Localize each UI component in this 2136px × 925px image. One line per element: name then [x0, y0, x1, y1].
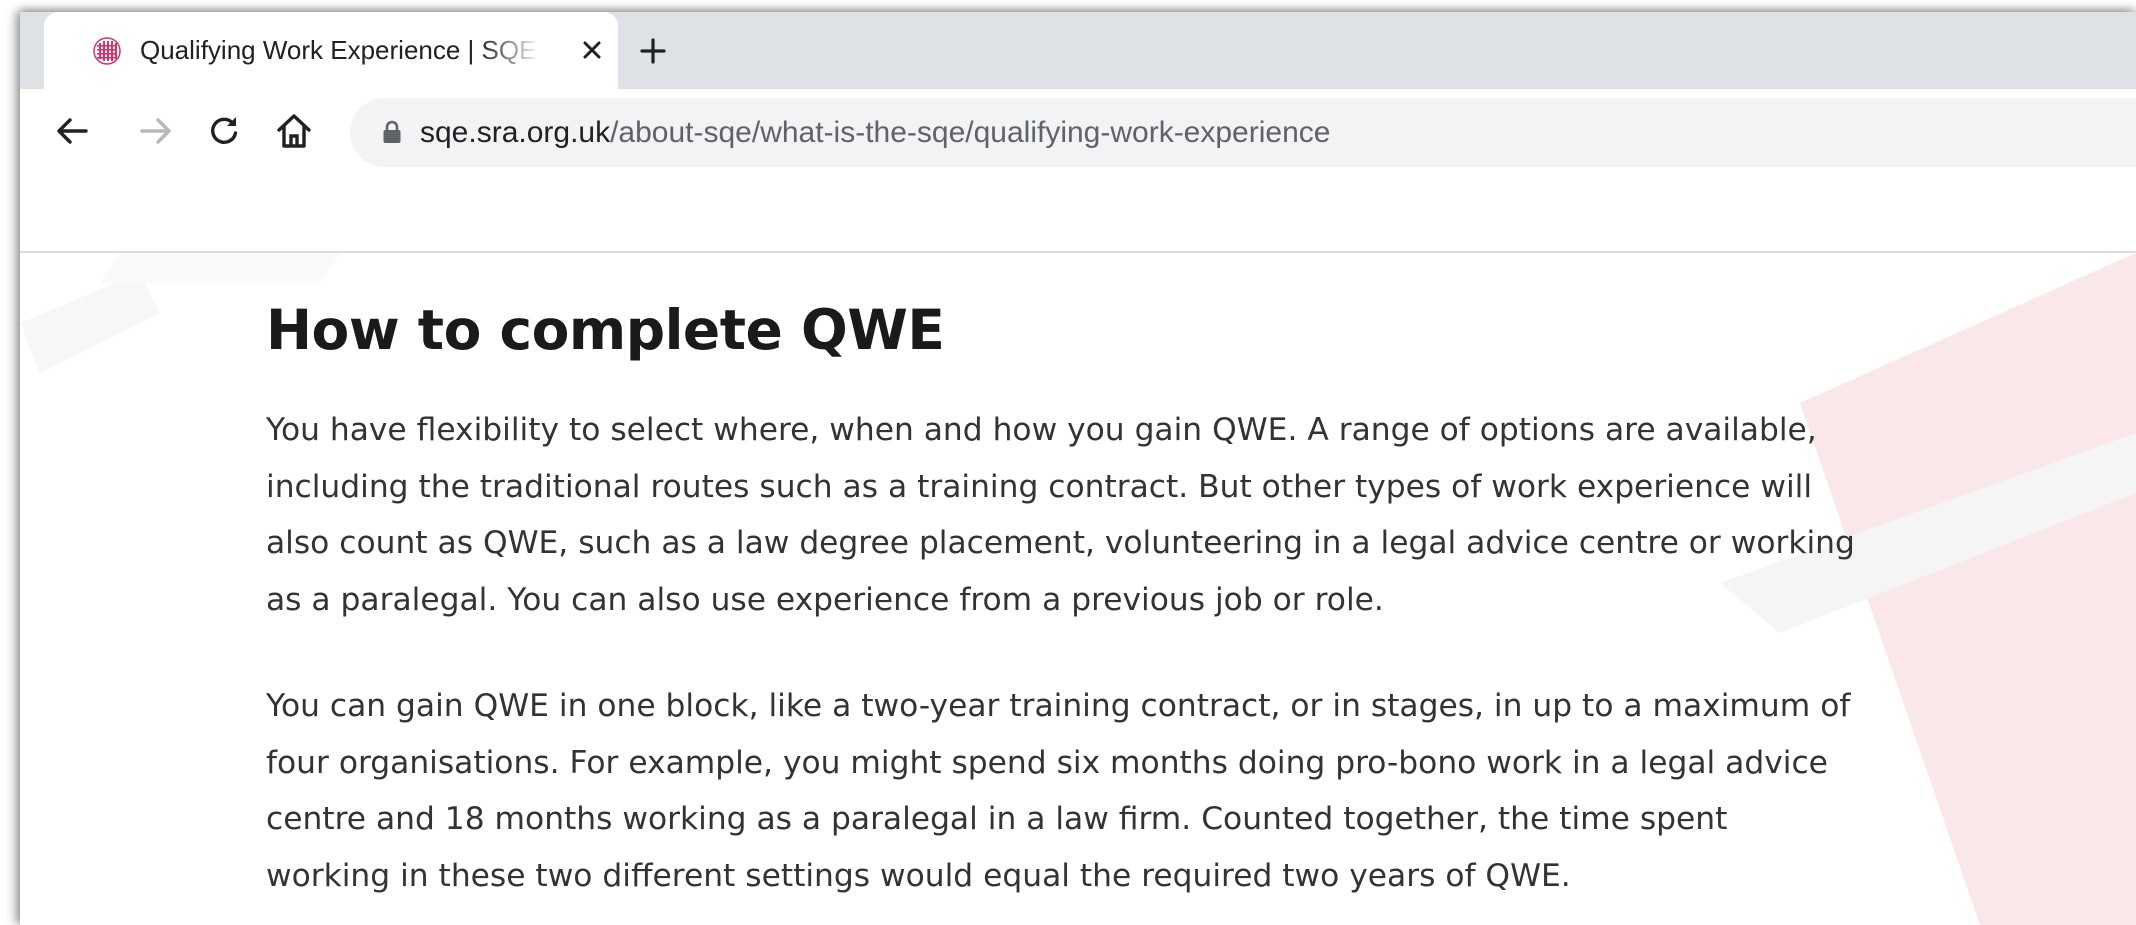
arrow-left-icon [57, 118, 88, 144]
paragraph-stages: You can gain QWE in one block, like a tw… [266, 678, 2046, 904]
reload-icon [211, 117, 238, 144]
screenshot: Qualifying Work Experience | SQE sqe.sra… [0, 0, 2136, 925]
paragraph-line: You can gain QWE in one block, like a tw… [266, 688, 1851, 724]
forward-button[interactable] [132, 107, 180, 155]
close-icon[interactable] [576, 34, 608, 66]
tab-title: Qualifying Work Experience | SQE [140, 35, 537, 65]
reload-button[interactable] [200, 107, 248, 155]
paragraph-line: as a paralegal. You can also use experie… [266, 581, 1384, 618]
page-title: How to complete QWE [266, 298, 945, 362]
address-bar[interactable]: sqe.sra.org.uk/about-sqe/what-is-the-sqe… [350, 98, 2136, 167]
paragraph-line: centre and 18 months working as a parale… [266, 801, 1728, 837]
url-host: sqe.sra.org.uk [420, 116, 611, 149]
home-button[interactable] [270, 107, 318, 155]
sra-logo-icon [92, 36, 122, 66]
paragraph-flexibility: You have flexibility to select where, wh… [266, 402, 2046, 628]
plus-icon [640, 38, 666, 64]
browser-window: Qualifying Work Experience | SQE sqe.sra… [20, 12, 2136, 925]
paragraph-line: working in these two different settings … [266, 857, 1571, 894]
paragraph-line: four organisations. For example, you mig… [266, 744, 1828, 781]
tab-strip: Qualifying Work Experience | SQE [20, 12, 2136, 89]
paragraph-line: including the traditional routes such as… [266, 468, 1813, 505]
paragraph-line: You have flexibility to select where, wh… [266, 412, 1817, 448]
browser-tab-active[interactable]: Qualifying Work Experience | SQE [44, 12, 618, 89]
browser-toolbar: sqe.sra.org.uk/about-sqe/what-is-the-sqe… [20, 89, 2136, 178]
page-content: How to complete QWE You have flexibility… [20, 253, 2136, 925]
arrow-right-icon [140, 118, 171, 144]
lock-icon[interactable] [382, 120, 402, 144]
paragraph-line: also count as QWE, such as a law degree … [266, 525, 1855, 561]
home-icon [277, 114, 311, 148]
url-path: /about-sqe/what-is-the-sqe/qualifying-wo… [610, 116, 1331, 149]
back-button[interactable] [48, 107, 96, 155]
url-text: sqe.sra.org.uk/about-sqe/what-is-the-sqe… [420, 115, 1330, 151]
new-tab-button[interactable] [632, 30, 674, 72]
